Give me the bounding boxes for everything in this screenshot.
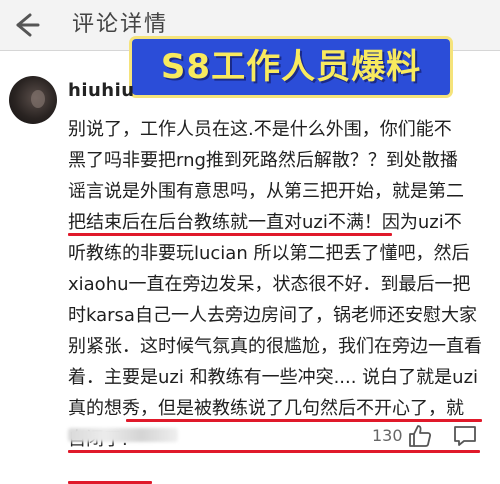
page-title: 评论详情 bbox=[72, 12, 169, 37]
thumbs-up-icon bbox=[409, 425, 432, 447]
headline-banner-text: S8工作人员爆料 bbox=[160, 47, 422, 87]
comment-body: 别说了，工作人员在这.不是什么外围，你们能不 黑了吗非要把rng推到死路然后解散… bbox=[68, 114, 494, 484]
highlight-underline bbox=[126, 419, 482, 422]
comment-line: 别紧张．这时候气氛真的很尴尬，我们在旁边一直看 bbox=[68, 336, 482, 357]
comment-line: 黑了吗非要把rng推到死路然后解散？？到处散播 bbox=[68, 150, 458, 171]
comment-line: 着．主要是uzi 和教练有一些冲突.... 说白了就是uzi bbox=[68, 367, 479, 388]
back-button[interactable] bbox=[8, 7, 44, 43]
back-arrow-icon bbox=[16, 13, 40, 37]
username[interactable]: hiuhiu bbox=[68, 80, 135, 101]
avatar[interactable] bbox=[9, 76, 57, 124]
like-count: 130 bbox=[372, 426, 403, 445]
comment-line: 时karsa自己一人去旁边房间了，锅老师还安慰大家 bbox=[68, 305, 477, 326]
headline-banner: S8工作人员爆料 bbox=[132, 39, 450, 95]
comment-bubble-icon bbox=[454, 426, 476, 446]
highlight-underline bbox=[68, 450, 480, 453]
comment-line: 听教练的非要玩lucian 所以第二把丢了懂吧，然后 bbox=[68, 243, 470, 264]
comment-line: 谣言说是外围有意思吗，从第三把开始，就是第二 bbox=[68, 181, 464, 202]
avatar-highlight bbox=[31, 90, 45, 108]
comment-line: xiaohu一直在旁边发呆，状态很不好．到最后一把 bbox=[68, 274, 471, 295]
like-button[interactable] bbox=[407, 423, 433, 449]
reply-button[interactable] bbox=[452, 424, 478, 448]
highlight-underline bbox=[68, 233, 392, 236]
blurred-timestamp bbox=[68, 428, 178, 442]
comment-line: 别说了，工作人员在这.不是什么外围，你们能不 bbox=[68, 119, 452, 140]
